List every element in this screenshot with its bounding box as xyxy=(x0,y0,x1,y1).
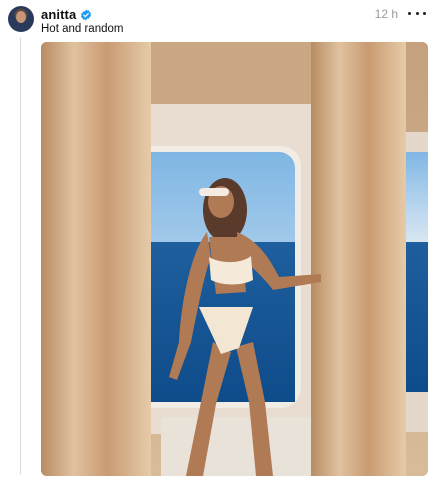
username[interactable]: anitta xyxy=(41,7,76,22)
more-options-icon[interactable] xyxy=(408,6,426,20)
post-photo[interactable] xyxy=(41,42,428,476)
avatar[interactable] xyxy=(8,6,34,32)
thread-post: anitta 12 h Hot and random xyxy=(0,0,432,477)
post-timestamp: 12 h xyxy=(374,7,398,21)
post-header: anitta xyxy=(41,6,92,22)
thread-line xyxy=(20,38,21,474)
verified-badge-icon xyxy=(80,8,92,21)
post-caption: Hot and random xyxy=(41,23,124,35)
